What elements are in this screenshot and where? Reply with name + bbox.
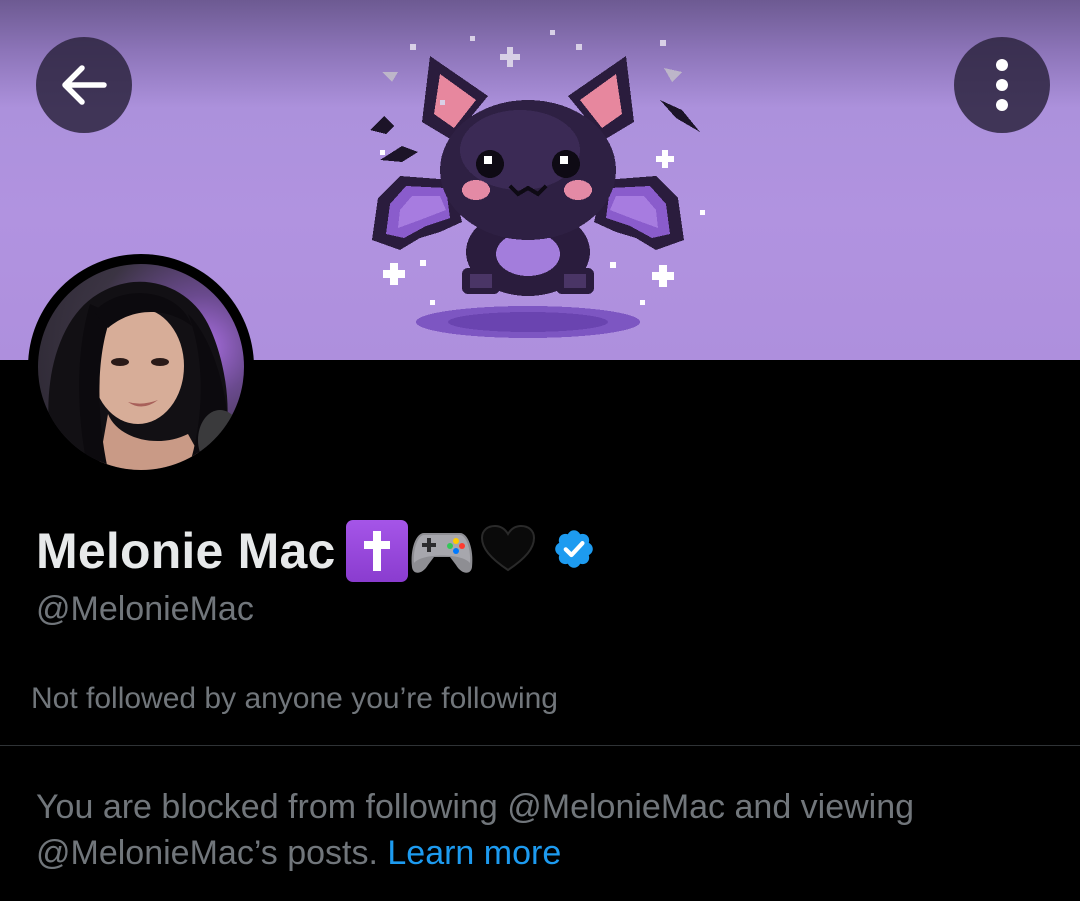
more-options-button[interactable] <box>954 37 1050 133</box>
blocked-notice: You are blocked from following @MelonieM… <box>36 784 1046 876</box>
more-vertical-icon <box>996 59 1008 111</box>
followers-you-know[interactable]: Not followed by anyone you’re following <box>31 682 558 716</box>
learn-more-link[interactable]: Learn more <box>387 834 561 872</box>
profile-page: Melonie Mac @MelonieMac Not followed by … <box>0 0 1080 901</box>
name-row: Melonie Mac <box>36 516 596 586</box>
divider <box>0 745 1080 746</box>
display-name: Melonie Mac <box>36 523 336 579</box>
back-button[interactable] <box>36 37 132 133</box>
user-handle: @MelonieMac <box>36 590 254 628</box>
avatar-photo <box>38 264 244 470</box>
arrow-left-icon <box>62 65 107 105</box>
black-heart-emoji <box>480 524 536 579</box>
avatar[interactable] <box>28 254 254 480</box>
video-game-controller-emoji <box>410 521 474 582</box>
verified-badge-icon[interactable] <box>552 527 596 576</box>
latin-cross-emoji <box>345 520 408 582</box>
